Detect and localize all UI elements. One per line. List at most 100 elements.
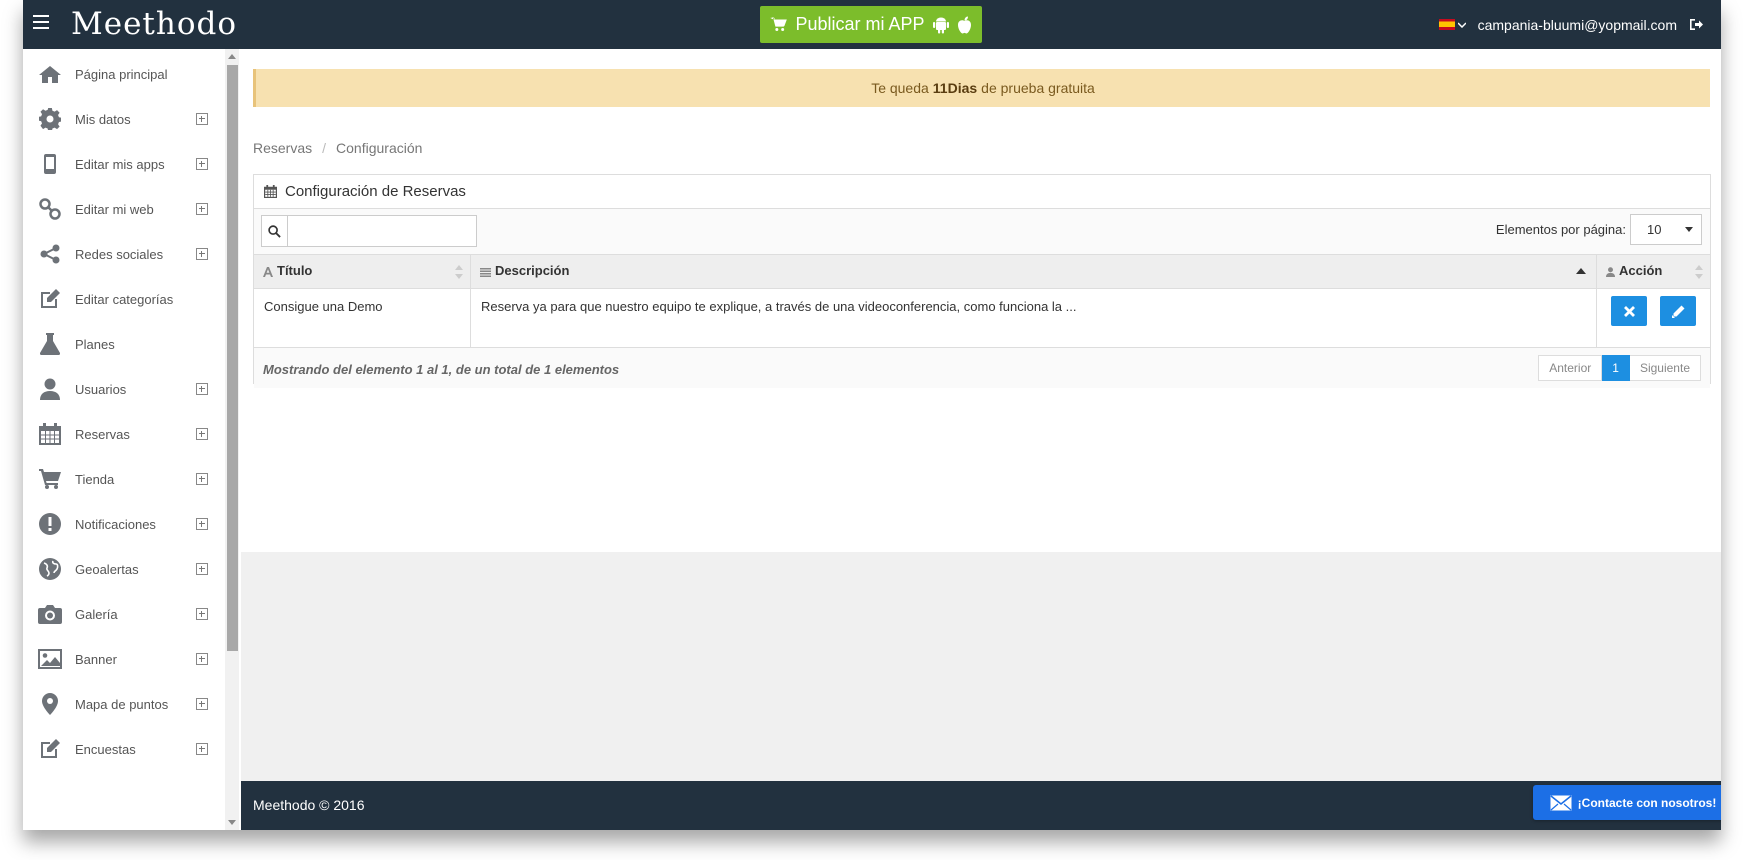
expand-icon[interactable] bbox=[196, 518, 208, 530]
sidebar-item-reservas[interactable]: Reservas bbox=[23, 409, 223, 459]
sidebar-item-encuestas[interactable]: Encuestas bbox=[23, 724, 223, 774]
sidebar-item-usuarios[interactable]: Usuarios bbox=[23, 364, 223, 414]
expand-icon[interactable] bbox=[196, 383, 208, 395]
edit-button[interactable] bbox=[1660, 296, 1696, 326]
sidebar-item-label: Usuarios bbox=[75, 381, 127, 397]
expand-icon[interactable] bbox=[196, 473, 208, 485]
expand-icon[interactable] bbox=[196, 428, 208, 440]
delete-button[interactable] bbox=[1611, 296, 1647, 326]
sidebar-item-geoalertas[interactable]: Geoalertas bbox=[23, 544, 223, 594]
publish-app-button[interactable]: Publicar mi APP bbox=[760, 6, 982, 43]
column-header-accion[interactable]: Acción bbox=[1596, 255, 1710, 289]
table-toolbar: Elementos por página: 10 bbox=[254, 209, 1710, 255]
language-selector[interactable] bbox=[1438, 19, 1466, 30]
top-bar: Meethodo Publicar mi APP campania-bluumi… bbox=[23, 0, 1721, 49]
menu-toggle-icon[interactable] bbox=[33, 15, 49, 29]
expand-icon[interactable] bbox=[196, 743, 208, 755]
gear-icon bbox=[38, 107, 62, 131]
trial-days: 11Dias bbox=[932, 80, 978, 96]
edit-icon bbox=[38, 287, 62, 311]
sidebar-item-tienda[interactable]: Tienda bbox=[23, 454, 223, 504]
envelope-icon bbox=[1550, 794, 1572, 810]
app-window: Meethodo Publicar mi APP campania-bluumi… bbox=[23, 0, 1721, 830]
sidebar-item-editar-categorias[interactable]: Editar categorías bbox=[23, 274, 223, 324]
user-icon bbox=[1606, 265, 1615, 280]
pager-prev-button[interactable]: Anterior bbox=[1538, 355, 1603, 381]
sidebar-item-pagina-principal[interactable]: Página principal bbox=[23, 49, 223, 99]
sidebar-item-label: Planes bbox=[75, 336, 115, 352]
sidebar-item-planes[interactable]: Planes bbox=[23, 319, 223, 369]
pager-next-button[interactable]: Siguiente bbox=[1629, 355, 1701, 381]
expand-icon[interactable] bbox=[196, 158, 208, 170]
footer: Meethodo © 2016 bbox=[241, 781, 1721, 830]
expand-icon[interactable] bbox=[196, 563, 208, 575]
sort-asc-icon[interactable] bbox=[1576, 268, 1586, 274]
sidebar-scrollbar[interactable] bbox=[225, 49, 239, 830]
column-header-titulo[interactable]: Título bbox=[254, 255, 471, 289]
per-page-value: 10 bbox=[1647, 222, 1662, 237]
sort-icon[interactable] bbox=[455, 265, 463, 279]
sidebar-item-label: Mapa de puntos bbox=[75, 696, 169, 712]
expand-icon[interactable] bbox=[196, 698, 208, 710]
sidebar-item-banner[interactable]: Banner bbox=[23, 634, 223, 684]
sidebar-item-notificaciones[interactable]: Notificaciones bbox=[23, 499, 223, 549]
reservas-config-panel: Configuración de Reservas Elementos por … bbox=[253, 174, 1711, 388]
scroll-down-arrow[interactable] bbox=[228, 820, 236, 825]
table-header-row: Título Descripción Acción bbox=[254, 255, 1710, 289]
sidebar-item-mis-datos[interactable]: Mis datos bbox=[23, 94, 223, 144]
android-icon bbox=[932, 17, 949, 33]
per-page-label: Elementos por página: bbox=[1495, 222, 1626, 237]
contact-us-button[interactable]: ¡Contacte con nosotros! bbox=[1533, 785, 1721, 820]
showing-info: Mostrando del elemento 1 al 1, de un tot… bbox=[263, 362, 620, 377]
panel-title: Configuración de Reservas bbox=[285, 183, 466, 200]
sidebar: Página principal Mis datos Editar mis ap… bbox=[23, 49, 242, 830]
table-row: Consigue una Demo Reserva ya para que nu… bbox=[254, 288, 1710, 348]
sidebar-item-mapa-de-puntos[interactable]: Mapa de puntos bbox=[23, 679, 223, 729]
search-input[interactable] bbox=[288, 216, 476, 246]
main-content: Te queda 11Dias de prueba gratuita Reser… bbox=[241, 49, 1721, 552]
panel-header: Configuración de Reservas bbox=[254, 175, 1710, 209]
logo[interactable]: Meethodo bbox=[71, 6, 237, 42]
sidebar-item-editar-mi-web[interactable]: Editar mi web bbox=[23, 184, 223, 234]
sidebar-item-label: Notificaciones bbox=[75, 516, 156, 532]
sort-icon[interactable] bbox=[1695, 265, 1703, 279]
cart-icon bbox=[770, 17, 788, 31]
search-box bbox=[261, 215, 477, 247]
content-background bbox=[241, 552, 1721, 781]
expand-icon[interactable] bbox=[196, 203, 208, 215]
sidebar-item-redes-sociales[interactable]: Redes sociales bbox=[23, 229, 223, 279]
home-icon bbox=[38, 62, 62, 86]
footer-copyright: Meethodo © 2016 bbox=[253, 797, 365, 813]
sidebar-item-label: Editar mi web bbox=[75, 201, 154, 217]
per-page-select[interactable]: 10 bbox=[1630, 214, 1702, 245]
image-icon bbox=[38, 647, 62, 671]
chevron-down-icon bbox=[1457, 21, 1466, 28]
sidebar-item-label: Editar categorías bbox=[75, 291, 174, 307]
expand-icon[interactable] bbox=[196, 248, 208, 260]
user-email[interactable]: campania-bluumi@yopmail.com bbox=[1478, 17, 1677, 33]
scrollbar-thumb[interactable] bbox=[227, 65, 238, 651]
table-footer: Mostrando del elemento 1 al 1, de un tot… bbox=[254, 348, 1710, 388]
sidebar-item-label: Galería bbox=[75, 606, 118, 622]
breadcrumb-item-configuracion: Configuración bbox=[336, 140, 423, 156]
expand-icon[interactable] bbox=[196, 608, 208, 620]
close-icon bbox=[1623, 305, 1635, 317]
scroll-up-arrow[interactable] bbox=[228, 54, 236, 59]
sidebar-item-label: Redes sociales bbox=[75, 246, 164, 262]
cell-description: Reserva ya para que nuestro equipo te ex… bbox=[470, 288, 1597, 348]
sidebar-item-editar-mis-apps[interactable]: Editar mis apps bbox=[23, 139, 223, 189]
cart-icon bbox=[38, 467, 62, 491]
expand-icon[interactable] bbox=[196, 113, 208, 125]
calendar-icon bbox=[264, 185, 277, 198]
sidebar-item-galeria[interactable]: Galería bbox=[23, 589, 223, 639]
font-icon bbox=[263, 265, 273, 280]
expand-icon[interactable] bbox=[196, 653, 208, 665]
edit-icon bbox=[38, 737, 62, 761]
camera-icon bbox=[38, 602, 62, 626]
breadcrumb-item-reservas[interactable]: Reservas bbox=[253, 140, 312, 156]
pager-page-1[interactable]: 1 bbox=[1602, 355, 1630, 381]
column-header-descripcion[interactable]: Descripción bbox=[470, 255, 1597, 289]
logout-icon[interactable] bbox=[1689, 18, 1703, 31]
sidebar-item-label: Editar mis apps bbox=[75, 156, 165, 172]
mobile-icon bbox=[38, 152, 62, 176]
